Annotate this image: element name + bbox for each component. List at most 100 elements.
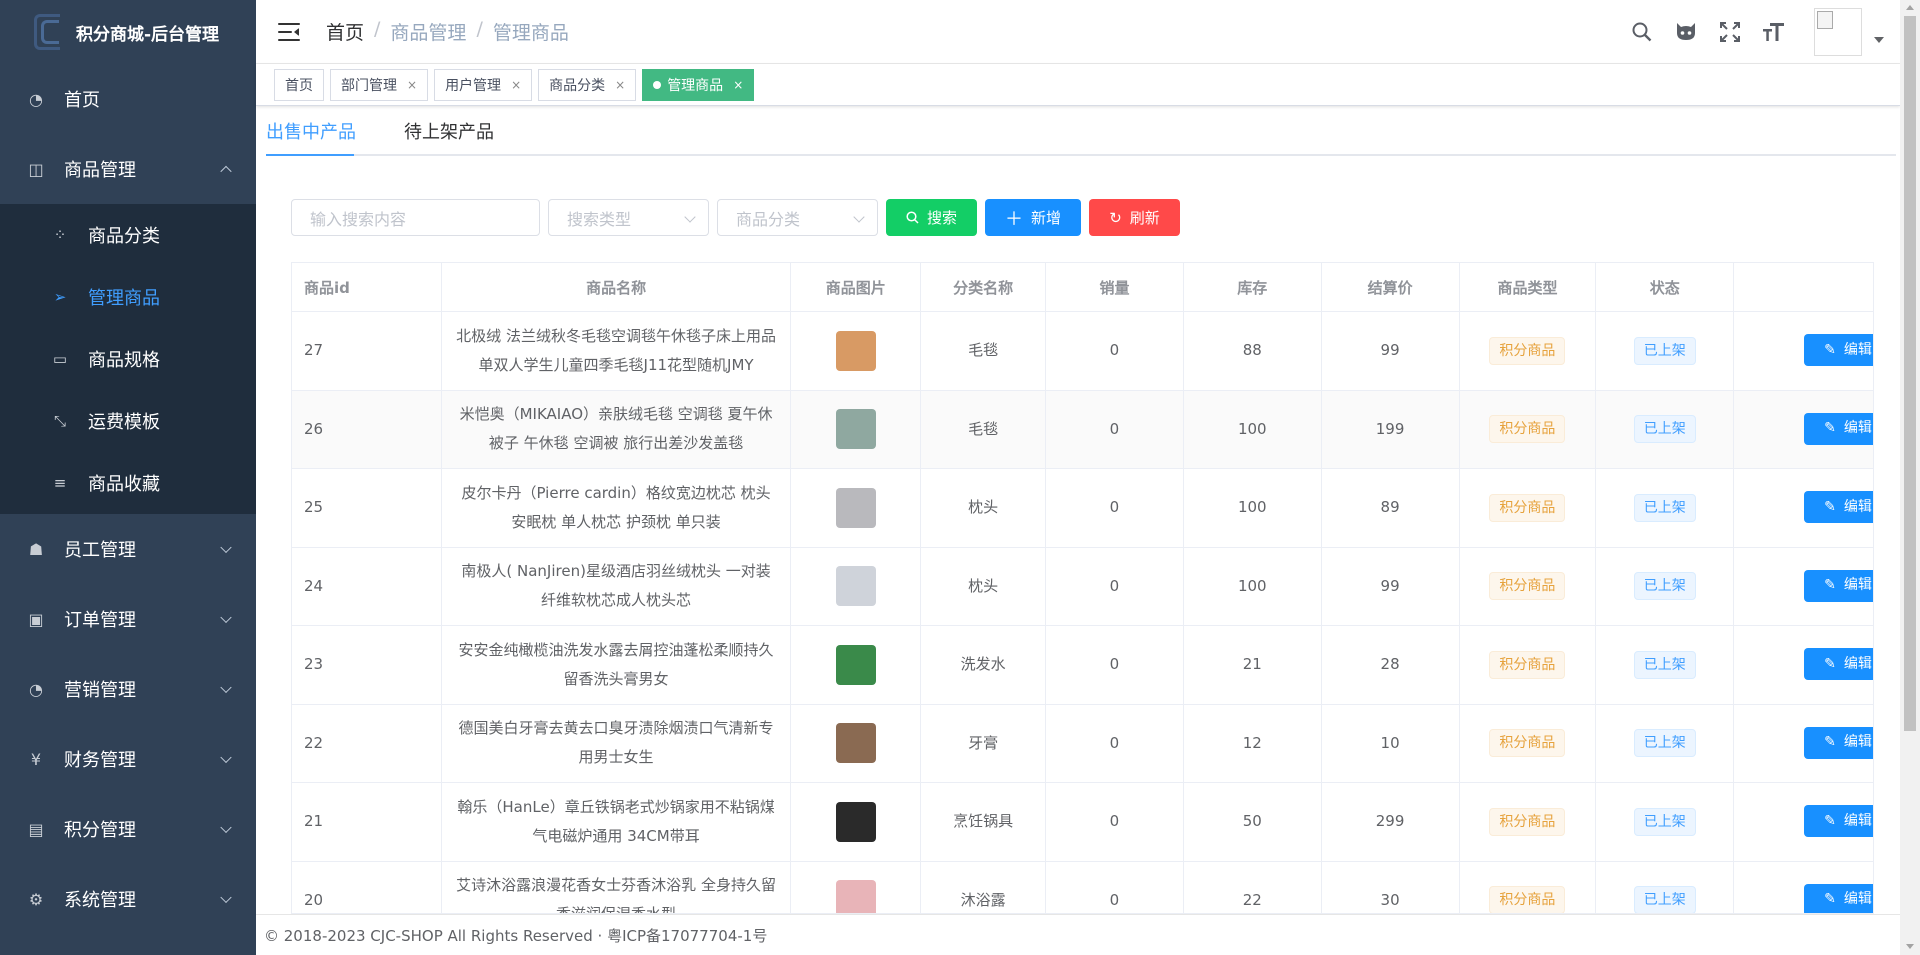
refresh-button[interactable]: ↻ 刷新	[1089, 199, 1180, 236]
chevron-up-icon	[220, 165, 232, 178]
edit-button[interactable]: ✎ 编辑	[1804, 648, 1873, 680]
scroll-down-icon[interactable]	[1906, 944, 1914, 949]
edit-button[interactable]: ✎ 编辑	[1804, 726, 1873, 759]
select-placeholder: 商品分类	[736, 209, 801, 229]
type-cell: 积分商品	[1460, 312, 1597, 390]
sidebar-item-label: 订单管理	[64, 610, 136, 631]
github-icon[interactable]	[1664, 10, 1708, 54]
close-icon[interactable]: ×	[615, 78, 625, 92]
category-cell: 沐浴露	[921, 861, 1047, 913]
avatar[interactable]	[1814, 8, 1862, 56]
status-badge: 已上架	[1633, 572, 1696, 601]
category-select[interactable]: 商品分类	[717, 199, 878, 236]
sidebar-item-finance[interactable]: ¥ 财务管理	[0, 724, 256, 794]
chevron-down-icon	[684, 211, 696, 223]
caret-down-icon[interactable]	[1874, 37, 1884, 43]
sidebar-item-product-category[interactable]: ⁘ 商品分类	[0, 204, 256, 266]
scroll-up-icon[interactable]	[1906, 5, 1914, 10]
edit-button[interactable]: ✎ 编辑	[1804, 491, 1873, 523]
tag-users[interactable]: 用户管理 ×	[434, 68, 533, 101]
status-cell: 已上架	[1596, 783, 1735, 861]
name-cell: 德国美白牙膏去黄去口臭牙渍除烟渍口气清新专用男士女生	[442, 704, 792, 782]
font-size-icon[interactable]	[1752, 10, 1796, 54]
sidebar-item-label: 营销管理	[64, 680, 136, 701]
dashboard-icon: ◔	[29, 89, 43, 109]
tab-on-sale[interactable]: 出售中产品	[266, 118, 356, 144]
fullscreen-icon[interactable]	[1708, 10, 1752, 54]
sidebar-item-product-favorites[interactable]: ≡ 商品收藏	[0, 452, 256, 514]
name-cell: 米恺奥（MIKAIAO）亲肤绒毛毯 空调毯 夏午休被子 午休毯 空调被 旅行出差…	[442, 390, 792, 468]
product-image-cell	[791, 783, 922, 861]
peoples-icon: ☗	[28, 539, 44, 559]
category-cell: 毛毯	[921, 312, 1047, 390]
tag-department[interactable]: 部门管理 ×	[330, 68, 429, 101]
product-thumbnail[interactable]	[835, 723, 876, 764]
page-scrollbar[interactable]	[1900, 0, 1920, 955]
sidebar-item-home[interactable]: ◔ 首页	[0, 64, 256, 134]
search-type-select[interactable]: 搜索类型	[548, 199, 709, 236]
button-label: 编辑	[1843, 891, 1872, 907]
product-thumbnail[interactable]	[835, 801, 876, 842]
search-input[interactable]: 输入搜索内容	[291, 199, 540, 236]
edit-button[interactable]: ✎ 编辑	[1804, 334, 1873, 366]
category-cell: 烹饪锅具	[921, 783, 1047, 861]
sales-cell: 0	[1046, 469, 1184, 547]
close-icon[interactable]: ×	[511, 78, 521, 92]
scroll-thumb[interactable]	[1904, 16, 1916, 731]
sidebar-item-label: 商品管理	[64, 160, 136, 181]
sidebar-item-staff[interactable]: ☗ 员工管理	[0, 514, 256, 584]
navbar: 首页 / 商品管理 / 管理商品	[256, 0, 1900, 64]
sidebar-item-product-spec[interactable]: ▭ 商品规格	[0, 328, 256, 390]
search-button[interactable]: 搜索	[886, 199, 977, 236]
tab-pending[interactable]: 待上架产品	[404, 118, 494, 144]
breadcrumb-home[interactable]: 首页	[326, 18, 364, 45]
button-label: 新增	[1030, 209, 1061, 227]
hamburger-icon[interactable]	[278, 22, 300, 41]
table-row: 26 米恺奥（MIKAIAO）亲肤绒毛毯 空调毯 夏午休被子 午休毯 空调被 旅行…	[292, 390, 1873, 469]
add-button[interactable]: ＋ 新增	[985, 199, 1081, 236]
sidebar-item-marketing[interactable]: ◔ 营销管理	[0, 654, 256, 724]
sidebar-item-manage-products[interactable]: ➢ 管理商品	[0, 266, 256, 328]
edit-button[interactable]: ✎ 编辑	[1804, 569, 1873, 602]
chevron-down-icon	[220, 891, 232, 904]
close-icon[interactable]: ×	[733, 78, 743, 92]
lock-icon: ▣	[28, 609, 44, 629]
product-thumbnail[interactable]	[835, 644, 876, 685]
table-row: 20艾诗沐浴露浪漫花香女士芬香沐浴乳 全身持久留香滋润保湿香水型 沐浴露02230…	[292, 861, 1873, 913]
product-thumbnail[interactable]	[835, 566, 876, 607]
product-thumbnail[interactable]	[835, 880, 876, 913]
product-thumbnail[interactable]	[835, 487, 876, 528]
logo[interactable]: 积分商城-后台管理	[0, 0, 256, 64]
id-cell: 27	[292, 312, 442, 390]
sales-cell: 0	[1046, 547, 1184, 625]
tag-product-category[interactable]: 商品分类 ×	[538, 68, 637, 101]
product-thumbnail[interactable]	[835, 330, 876, 371]
status-cell: 已上架	[1596, 469, 1735, 547]
status-badge: 已上架	[1633, 336, 1696, 365]
shopping-icon: ◫	[28, 159, 44, 179]
edit-button[interactable]: ✎ 编辑	[1804, 805, 1873, 837]
product-thumbnail[interactable]	[835, 409, 876, 450]
table-row: 22 德国美白牙膏去黄去口臭牙渍除烟渍口气清新专用男士女生 牙膏 0 12 10 积分商品 已…	[292, 704, 1873, 783]
tag-home[interactable]: 首页	[274, 68, 324, 101]
monitor-icon: ▭	[52, 350, 68, 368]
tab-active-bar	[266, 154, 354, 156]
sidebar-item-system[interactable]: ⚙ 系统管理	[0, 864, 256, 934]
select-placeholder: 搜索类型	[567, 209, 632, 229]
button-label: 编辑	[1843, 420, 1872, 436]
close-icon[interactable]: ×	[407, 78, 417, 92]
tag-manage-products[interactable]: 管理商品 ×	[642, 68, 755, 101]
breadcrumb-product-management[interactable]: 商品管理	[390, 18, 466, 45]
search-icon[interactable]	[1620, 10, 1664, 54]
type-badge: 积分商品	[1489, 729, 1566, 758]
sidebar-item-product-management[interactable]: ◫ 商品管理	[0, 134, 256, 204]
edit-button[interactable]: ✎ 编辑	[1804, 412, 1873, 445]
type-cell: 积分商品	[1460, 783, 1597, 861]
edit-button[interactable]: ✎ 编辑	[1804, 883, 1873, 913]
actions-cell: ✎ 编辑	[1734, 862, 1873, 913]
sidebar-item-shipping-template[interactable]: ⤡ 运费模板	[0, 390, 256, 452]
sidebar-item-label: 商品规格	[88, 350, 160, 371]
edit-icon: ✎	[1824, 577, 1836, 593]
sidebar-item-points[interactable]: ▤ 积分管理	[0, 794, 256, 864]
sidebar-item-orders[interactable]: ▣ 订单管理	[0, 584, 256, 654]
